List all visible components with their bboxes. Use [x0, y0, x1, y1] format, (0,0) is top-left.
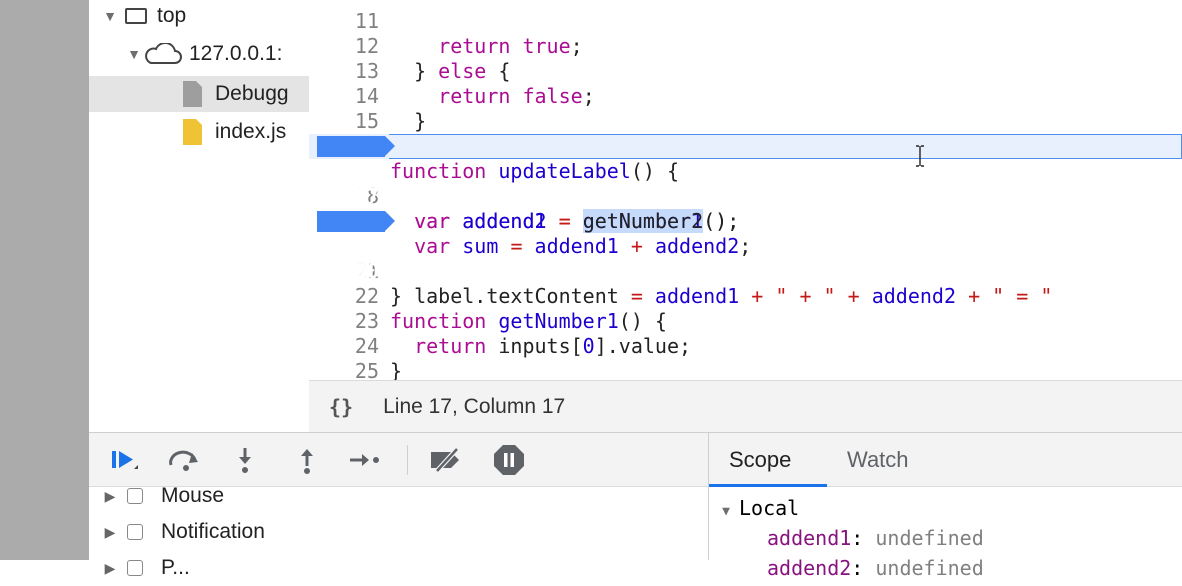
- code-line[interactable]: 13 return false;: [309, 34, 1182, 108]
- code-line[interactable]: 12 } else {: [309, 9, 1182, 83]
- code-line[interactable]: 19 var sum = addend1 + addend2;: [309, 184, 1182, 258]
- pause-on-exceptions-icon: [494, 445, 524, 475]
- scope-variable[interactable]: addend2: undefined: [767, 553, 1182, 583]
- code-line[interactable]: 18 var addend2 = getNumber2();: [309, 159, 1182, 233]
- code-line-paused[interactable]: 17 var addend1 = getNumber1();: [309, 134, 1182, 233]
- scope-variable[interactable]: addend1: undefined: [767, 523, 1182, 553]
- line-number[interactable]: 17: [309, 184, 379, 209]
- file-navigator: ▼ top ▼ 127.0.0.1: Debugg index.js: [89, 0, 309, 432]
- code-line[interactable]: 16 function updateLabel() {: [309, 109, 1182, 183]
- scope-panel: Scope Watch ▼ Local addend1: undefined ad…: [708, 432, 1182, 580]
- scope-section-local[interactable]: ▼ Local: [719, 493, 1182, 523]
- pretty-print-button[interactable]: {}: [329, 395, 353, 419]
- frame-icon: [125, 8, 147, 24]
- nav-item-label: index.js: [215, 120, 287, 143]
- nav-item-localhost[interactable]: ▼ 127.0.0.1:: [89, 36, 309, 72]
- code-line[interactable]: 20 label.textContent = addend1 + " + " +…: [309, 209, 1182, 308]
- pause-on-exceptions-button[interactable]: [489, 444, 529, 476]
- code-line[interactable]: 23 return inputs[0].value;: [309, 284, 1182, 358]
- event-breakpoint-label: Notification: [161, 520, 265, 543]
- step-into-icon: [239, 448, 251, 473]
- expand-triangle-icon[interactable]: ▶: [101, 524, 119, 541]
- event-breakpoint-label: Mouse: [161, 484, 225, 507]
- code-editor[interactable]: 11 return true; 12 } else { 13 return fa…: [309, 0, 1182, 380]
- event-breakpoint-mouse[interactable]: ▶ Mouse: [89, 478, 708, 514]
- nav-item-label: top: [157, 4, 187, 27]
- nav-item-debugger-html[interactable]: Debugg: [89, 76, 309, 112]
- code-line[interactable]: 24 }: [309, 309, 1182, 380]
- scope-colon: :: [851, 526, 876, 550]
- expand-triangle-icon[interactable]: ▼: [101, 8, 119, 24]
- js-file-icon: [183, 119, 202, 145]
- code-line[interactable]: 14 }: [309, 59, 1182, 133]
- expand-triangle-icon[interactable]: ▶: [101, 560, 119, 577]
- cloud-icon: [145, 43, 182, 64]
- breakpoint-marker[interactable]: [317, 136, 395, 157]
- event-breakpoint-partial[interactable]: ▶ P...: [89, 550, 708, 586]
- code-line[interactable]: 25 function getNumber2() {: [309, 334, 1182, 380]
- checkbox[interactable]: [127, 488, 143, 504]
- breakpoint-marker[interactable]: [317, 211, 395, 232]
- code-line[interactable]: 22 function getNumber1() {: [309, 259, 1182, 333]
- resume-icon: [112, 451, 138, 469]
- scope-variable-value: undefined: [875, 526, 984, 550]
- deactivate-breakpoints-button[interactable]: [427, 444, 467, 476]
- deactivate-breakpoints-icon: [431, 447, 459, 473]
- toolbar-separator: [407, 445, 408, 475]
- step-button[interactable]: [344, 444, 384, 476]
- expand-triangle-icon[interactable]: ▼: [125, 46, 143, 62]
- step-out-icon: [301, 449, 313, 474]
- step-over-icon: [169, 450, 198, 471]
- step-over-button[interactable]: [165, 444, 205, 476]
- checkbox[interactable]: [127, 524, 143, 540]
- code-line[interactable]: 15 }: [309, 84, 1182, 158]
- file-icon: [183, 81, 202, 107]
- left-gutter: [0, 0, 89, 560]
- scope-variable-name: addend1: [767, 526, 852, 550]
- checkbox[interactable]: [127, 560, 143, 576]
- debugger-controls-panel: ▶ Mouse ▶ Notification ▶ P...: [89, 432, 708, 579]
- event-breakpoint-notification[interactable]: ▶ Notification: [89, 514, 708, 550]
- nav-item-index-js[interactable]: index.js: [89, 114, 309, 150]
- line-number[interactable]: 20: [309, 259, 379, 284]
- cursor-position: Line 17, Column 17: [383, 394, 566, 418]
- step-out-button[interactable]: [287, 444, 327, 476]
- sidebar-tabs: Scope Watch: [709, 433, 1182, 487]
- editor-status-bar: {} Line 17, Column 17: [309, 380, 1182, 432]
- code-line[interactable]: 21 }: [309, 234, 1182, 308]
- expand-triangle-icon[interactable]: ▼: [719, 497, 733, 527]
- text-cursor-icon: [916, 145, 924, 167]
- step-icon: [350, 454, 379, 466]
- tab-watch[interactable]: Watch: [827, 433, 929, 487]
- nav-item-top[interactable]: ▼ top: [89, 0, 309, 34]
- nav-item-label: 127.0.0.1:: [189, 42, 283, 65]
- expand-triangle-icon[interactable]: ▶: [101, 488, 119, 505]
- code-line[interactable]: 26 return inputs[1].value;: [309, 359, 1182, 380]
- step-into-button[interactable]: [225, 444, 265, 476]
- scope-section-label: Local: [739, 496, 800, 520]
- resume-button[interactable]: [105, 444, 145, 476]
- tab-scope[interactable]: Scope: [709, 433, 827, 487]
- code-line[interactable]: 11 return true;: [309, 0, 1182, 58]
- nav-item-label: Debugg: [215, 82, 289, 105]
